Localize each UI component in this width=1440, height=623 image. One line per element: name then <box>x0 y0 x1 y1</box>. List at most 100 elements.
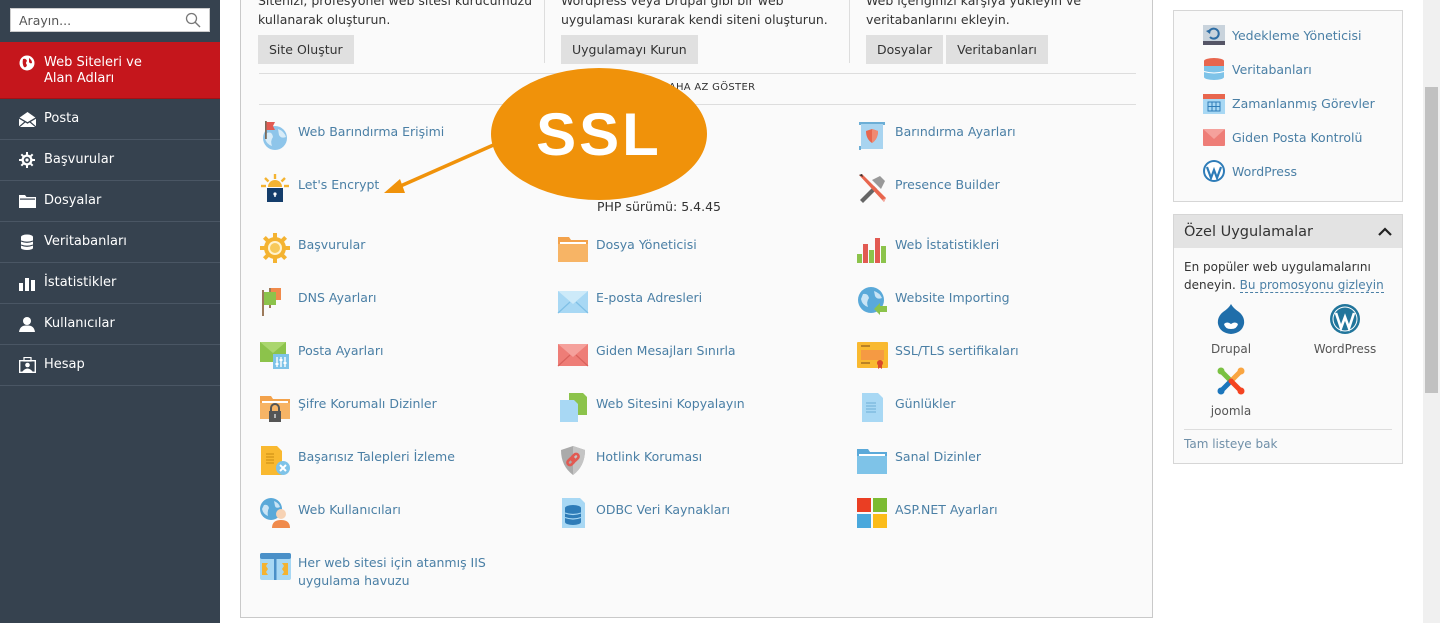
tool-website-importing[interactable]: Website Importing <box>856 285 1010 317</box>
link-outgoing-mail-control[interactable]: Giden Posta Kontrolü <box>1202 125 1362 149</box>
chevron-up-icon[interactable] <box>1378 226 1392 237</box>
tool-iis-app-pool[interactable]: Her web sitesi için atanmış IIS uygulama… <box>259 550 498 590</box>
app-joomla[interactable]: joomla <box>1196 365 1266 418</box>
tool-logs[interactable]: Günlükler <box>856 391 955 423</box>
globe-icon <box>18 55 36 71</box>
tool-email-addresses[interactable]: E-posta Adresleri <box>557 285 702 317</box>
link-label: Veritabanları <box>1232 61 1312 77</box>
sidebar-item-applications[interactable]: Başvurular <box>0 140 220 181</box>
sidebar-item-label: Hesap <box>44 357 85 372</box>
tool-dns-settings[interactable]: DNS Ayarları <box>259 285 377 317</box>
tool-label: Barındırma Ayarları <box>895 124 1016 139</box>
link-wordpress[interactable]: WordPress <box>1202 159 1297 183</box>
tool-lets-encrypt[interactable]: Let's Encrypt <box>259 172 379 204</box>
tool-virtual-dirs[interactable]: Sanal Dizinler <box>856 444 981 476</box>
tool-label: Giden Mesajları Sınırla <box>596 343 736 358</box>
quick-links-panel: Yedekleme Yöneticisi Veritabanları Zaman… <box>1173 10 1403 202</box>
app-label: WordPress <box>1313 342 1377 356</box>
sidebar-item-label: Kullanıcılar <box>44 316 115 331</box>
databases-button[interactable]: Veritabanları <box>946 35 1048 64</box>
tool-web-users[interactable]: Web Kullanıcıları <box>259 497 401 529</box>
tool-odbc-sources[interactable]: ODBC Veri Kaynakları <box>557 497 730 529</box>
tool-web-statistics[interactable]: Web İstatistikleri <box>856 232 999 264</box>
tool-presence-builder[interactable]: Presence Builder <box>856 172 1000 204</box>
link-databases[interactable]: Veritabanları <box>1202 57 1312 81</box>
files-button[interactable]: Dosyalar <box>866 35 944 64</box>
virtual-folder-icon <box>857 449 887 474</box>
tool-label: Başarısız Talepleri İzleme <box>298 449 455 464</box>
tool-copy-website[interactable]: Web Sitesini Kopyalayın <box>557 391 745 423</box>
calendar-icon <box>1203 94 1225 114</box>
tool-label: Website Importing <box>895 290 1010 305</box>
database-icon <box>18 234 36 250</box>
database-stack-icon <box>1203 58 1225 80</box>
tool-hosting-settings[interactable]: Barındırma Ayarları <box>856 119 1016 151</box>
file-manager-icon <box>558 237 588 262</box>
main-panel: Sitenizi, profesyonel web sitesi kurucum… <box>240 0 1153 618</box>
tool-mail-settings[interactable]: Posta Ayarları <box>259 338 383 370</box>
sidebar-item-users[interactable]: Kullanıcılar <box>0 304 220 345</box>
hosting-settings-icon <box>859 122 885 150</box>
copy-site-icon <box>560 393 587 422</box>
tool-label: ODBC Veri Kaynakları <box>596 502 730 517</box>
hide-promo-link[interactable]: Bu promosyonu gizleyin <box>1239 278 1384 293</box>
tool-label: E-posta Adresleri <box>596 290 703 305</box>
tool-label: Günlükler <box>895 396 956 411</box>
tool-file-manager[interactable]: Dosya Yöneticisi <box>557 232 697 264</box>
search-input[interactable] <box>19 12 179 28</box>
promo-desc-line: uygulaması kurarak kendi siteni oluşturu… <box>561 12 828 27</box>
lets-encrypt-icon <box>261 174 289 202</box>
app-wordpress[interactable]: WordPress <box>1310 303 1380 356</box>
featured-apps-panel: Özel Uygulamalar En popüler web uygulama… <box>1173 214 1403 464</box>
promo-desc-line: Wordpress veya Drupal gibi bir web <box>561 0 784 8</box>
link-backup-manager[interactable]: Yedekleme Yöneticisi <box>1202 23 1361 47</box>
website-import-icon <box>858 287 887 315</box>
sidebar-item-databases[interactable]: Veritabanları <box>0 222 220 263</box>
sidebar-item-account[interactable]: Hesap <box>0 345 220 386</box>
link-scheduled-tasks[interactable]: Zamanlanmış Görevler <box>1202 91 1375 115</box>
gear-icon <box>18 152 36 168</box>
tool-aspnet-settings[interactable]: ASP.NET Ayarları <box>856 497 998 529</box>
divider <box>544 0 545 63</box>
app-label: Drupal <box>1210 342 1252 356</box>
promo-desc-line: kullanarak oluşturun. <box>258 12 391 27</box>
create-site-button[interactable]: Site Oluştur <box>258 35 354 64</box>
app-drupal[interactable]: Drupal <box>1196 303 1266 356</box>
full-list-link[interactable]: Tam listeye bak <box>1184 437 1277 451</box>
sidebar-item-websites-domains[interactable]: Web Siteleri ve Alan Adları <box>0 42 220 99</box>
search-box <box>10 8 210 32</box>
drupal-icon <box>1217 304 1245 334</box>
scrollbar-thumb[interactable] <box>1425 87 1438 393</box>
tool-label: DNS Ayarları <box>298 290 377 305</box>
featured-apps-header[interactable]: Özel Uygulamalar <box>1174 215 1402 248</box>
ssl-callout: SSL <box>491 68 707 200</box>
sidebar-item-label: Dosyalar <box>44 193 102 208</box>
tool-hotlink-protection[interactable]: Hotlink Koruması <box>557 444 702 476</box>
install-app-button[interactable]: Uygulamayı Kurun <box>561 35 698 64</box>
tool-label: Dosya Yöneticisi <box>596 237 697 252</box>
tool-label: SSL/TLS sertifikaları <box>895 343 1019 358</box>
link-label: Zamanlanmış Görevler <box>1232 95 1375 111</box>
tool-label: Hotlink Koruması <box>596 449 703 464</box>
sidebar-item-files[interactable]: Dosyalar <box>0 181 220 222</box>
tool-failed-requests[interactable]: Başarısız Talepleri İzleme <box>259 444 455 476</box>
hosting-access-icon <box>263 121 287 150</box>
tool-applications[interactable]: Başvurular <box>259 232 365 264</box>
tool-label: Başvurular <box>298 237 366 252</box>
tool-ssl-certificates[interactable]: SSL/TLS sertifikaları <box>856 338 1019 370</box>
tool-label: Presence Builder <box>895 177 1000 192</box>
bar-chart-icon <box>18 275 36 291</box>
tool-label: Sanal Dizinler <box>895 449 981 464</box>
tool-protected-dirs[interactable]: Şifre Korumalı Dizinler <box>259 391 437 423</box>
sidebar-item-label: Başvurular <box>44 152 115 167</box>
account-icon <box>18 357 36 373</box>
sidebar-item-statistics[interactable]: İstatistikler <box>0 263 220 304</box>
iis-pool-icon <box>260 553 291 580</box>
mail-icon <box>18 111 36 127</box>
sidebar-item-mail[interactable]: Posta <box>0 99 220 140</box>
joomla-icon <box>1217 367 1245 395</box>
tool-limit-outgoing[interactable]: Giden Mesajları Sınırla <box>557 338 736 370</box>
search-icon[interactable] <box>185 12 201 28</box>
divider <box>1184 429 1392 430</box>
page-scrollbar[interactable] <box>1423 0 1440 623</box>
